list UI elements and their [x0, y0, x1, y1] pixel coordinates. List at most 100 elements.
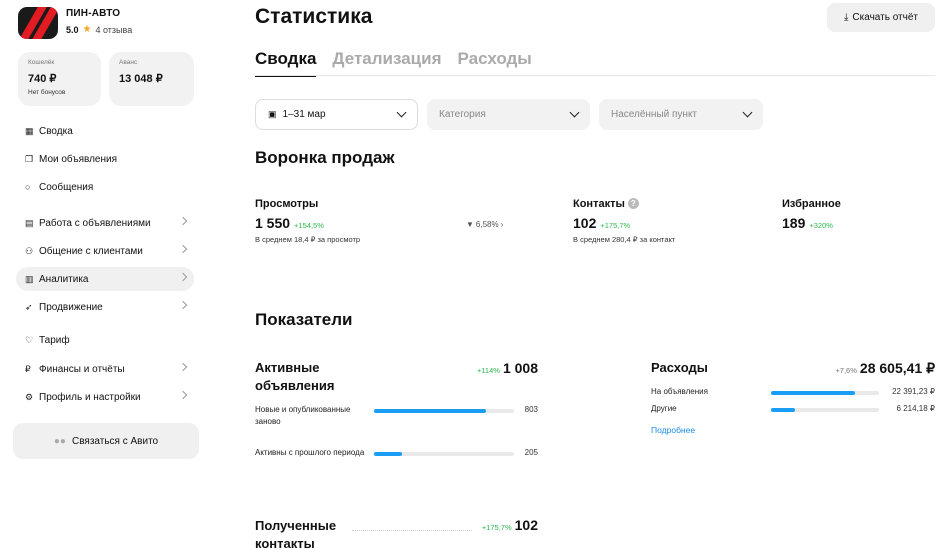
download-report-button[interactable]: ⤓ Скачать отчёт [827, 3, 935, 32]
funnel-title: Воронка продаж [255, 148, 395, 167]
funnel-icon: ▼ [466, 220, 474, 229]
chevron-down-icon [396, 107, 407, 118]
sidebar-item-tariff[interactable]: ♡ Тариф [16, 328, 194, 352]
views-delta: +154,5% [294, 221, 324, 230]
ruble-icon: ₽ [25, 363, 31, 374]
sidebar-item-label: Сводка [39, 125, 73, 137]
info-icon[interactable]: ? [627, 198, 639, 209]
new-listings-bar [374, 409, 514, 413]
sidebar-item-label: Продвижение [39, 301, 103, 313]
tabs: Сводка Детализация Расходы [255, 49, 532, 77]
star-icon: ★ [82, 24, 92, 35]
sidebar-item-label: Аналитика [39, 273, 89, 285]
active-listings-total: +114% 1 008 [477, 360, 538, 376]
indicators-title: Показатели [255, 310, 353, 329]
chevron-right-icon [178, 216, 188, 226]
period-value: 1–31 мар [282, 109, 326, 120]
chevron-right-icon [178, 300, 188, 310]
period-select[interactable]: ▣ 1–31 мар [255, 99, 418, 130]
expenses-more-link[interactable]: Подробнее [651, 425, 695, 435]
expenses-value: 28 605,41 ₽ [859, 360, 935, 376]
dotted-leader [352, 530, 472, 531]
wallet-card[interactable]: Кошелёк 740 ₽ Нет бонусов [18, 52, 101, 106]
chevron-down-icon [569, 107, 580, 118]
received-contacts-value: 102 [514, 517, 538, 533]
advance-label: Аванс [119, 59, 138, 66]
sidebar-item-label: Общение с клиентами [39, 245, 143, 257]
sidebar-item-listing-work[interactable]: ▤ Работа с объявлениями [16, 211, 194, 235]
listings-icon: ❐ [25, 153, 34, 164]
active-listings-title: Активные объявления [255, 360, 335, 393]
sidebar-item-label: Мои объявления [39, 153, 117, 165]
sidebar-item-clients[interactable]: ⚇ Общение с клиентами [16, 239, 194, 263]
sidebar-item-label: Сообщения [39, 181, 94, 193]
sidebar-item-label: Профиль и настройки [39, 391, 141, 403]
company-name[interactable]: ПИН-АВТО [66, 8, 120, 19]
conversion-rate[interactable]: ▼ 6,58% › [466, 220, 503, 229]
sidebar-item-finance[interactable]: ₽ Финансы и отчёты [16, 357, 194, 381]
new-listings-label: Новые и опубликованные заново [255, 405, 351, 426]
chat-icon: ○ [25, 182, 31, 192]
tab-expenses[interactable]: Расходы [458, 49, 532, 77]
views-label: Просмотры [255, 198, 319, 210]
company-logo[interactable] [18, 7, 58, 39]
contacts-label: Контакты [573, 198, 625, 210]
wallet-label: Кошелёк [28, 59, 55, 66]
views-note: В среднем 18,4 ₽ за просмотр [255, 235, 361, 244]
locality-select[interactable]: Населённый пункт [599, 99, 763, 130]
calendar-icon: ▣ [268, 109, 277, 119]
chevron-right-icon: › [500, 220, 504, 229]
chart-icon: ▥ [25, 273, 34, 284]
contacts-metric: Контакты? 102 +175,7% В среднем 280,4 ₽ … [573, 198, 675, 244]
advance-value: 13 048 ₽ [119, 73, 163, 85]
received-contacts-title: Полученные контакты [255, 518, 337, 550]
contact-avito-button[interactable]: ●● Связаться с Авито [13, 423, 199, 459]
sidebar-item-profile[interactable]: ⚙ Профиль и настройки [16, 385, 194, 409]
favorites-label: Избранное [782, 198, 841, 210]
contacts-note: В среднем 280,4 ₽ за контакт [573, 235, 676, 244]
favorites-delta: +320% [809, 221, 833, 230]
sidebar-item-messages[interactable]: ○ Сообщения [16, 175, 194, 199]
old-listings-bar [374, 452, 514, 456]
grid-icon: ▦ [25, 125, 34, 136]
sidebar-item-listings[interactable]: ❐ Мои объявления [16, 147, 194, 171]
active-listings-value: 1 008 [502, 360, 538, 376]
sidebar-item-label: Работа с объявлениями [39, 217, 151, 229]
page-title: Статистика [255, 5, 373, 28]
download-icon: ⤓ [844, 12, 849, 23]
category-select[interactable]: Категория [427, 99, 590, 130]
tabs-divider [255, 75, 935, 76]
ads-expenses-bar-fill [771, 391, 856, 395]
ads-expenses-label: На объявления [651, 387, 708, 396]
sidebar-item-promotion[interactable]: ➶ Продвижение [16, 295, 194, 319]
chevron-down-icon [742, 107, 753, 118]
sidebar-item-label: Финансы и отчёты [39, 363, 125, 375]
rating-row: 5.0 ★ 4 отзыва [66, 24, 132, 35]
reviews-link[interactable]: 4 отзыва [95, 25, 132, 35]
contact-avito-label: Связаться с Авито [71, 435, 159, 447]
tab-details[interactable]: Детализация [332, 49, 441, 77]
advance-card[interactable]: Аванс 13 048 ₽ [109, 52, 194, 106]
wallet-value: 740 ₽ [28, 73, 57, 85]
chevron-right-icon [178, 390, 188, 400]
download-label: Скачать отчёт [852, 12, 918, 23]
active-listings-delta: +114% [476, 366, 500, 375]
sidebar-item-summary[interactable]: ▦ Сводка [16, 119, 194, 143]
old-listings-bar-fill [374, 452, 402, 456]
tab-summary[interactable]: Сводка [255, 49, 317, 77]
tools-icon: ▤ [25, 217, 34, 228]
views-value: 1 550 [255, 215, 291, 231]
category-placeholder: Категория [439, 109, 486, 120]
other-expenses-label: Другие [651, 404, 677, 413]
old-listings-value: 205 [524, 448, 538, 457]
conversion-value: 6,58% [475, 220, 499, 229]
contacts-value: 102 [573, 215, 597, 231]
sidebar-item-label: Тариф [39, 334, 70, 346]
sidebar-item-analytics[interactable]: ▥ Аналитика [16, 267, 194, 291]
wallet-bonus: Нет бонусов [28, 89, 66, 96]
favorites-metric: Избранное 189 +320% [782, 198, 841, 231]
new-listings-value: 803 [524, 405, 538, 414]
settings-icon: ⚙ [25, 391, 34, 402]
chevron-right-icon [178, 244, 188, 254]
chevron-right-icon [178, 272, 188, 282]
